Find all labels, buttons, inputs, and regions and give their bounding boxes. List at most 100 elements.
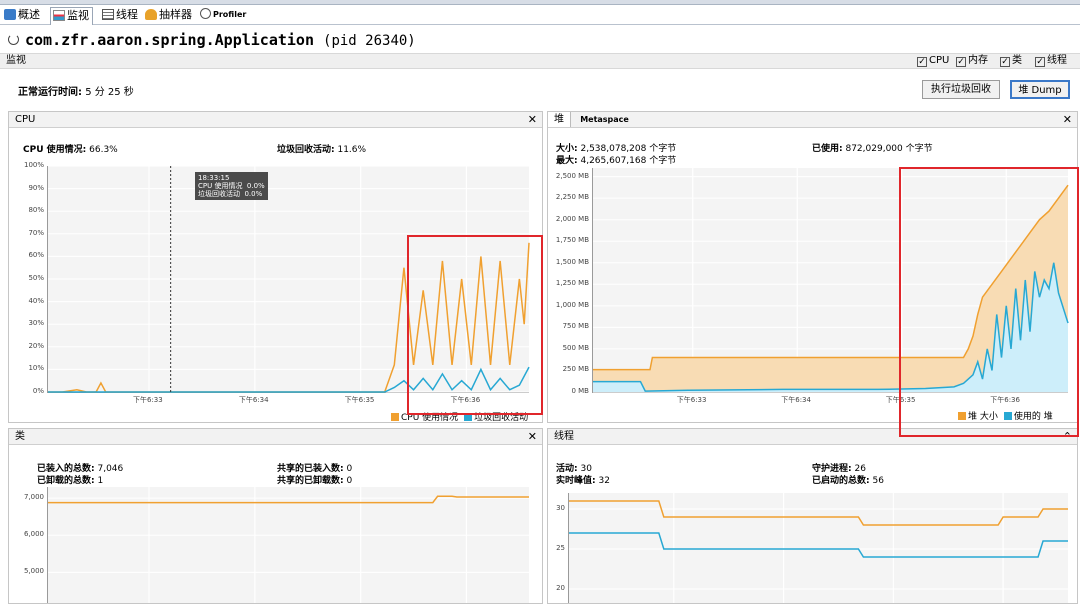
tab-sampler[interactable]: 抽样器: [143, 7, 195, 25]
uptime: 正常运行时间: 5 分 25 秒: [18, 83, 134, 98]
series-line-活动: [569, 532, 1068, 558]
cpu-chart-tooltip: 18:33:15 CPU 使用情况 0.0% 垃圾回收活动 0.0%: [195, 172, 268, 200]
classes-panel-header: 类 ✕: [9, 429, 542, 445]
y-tick-label: 30%: [28, 319, 44, 328]
tab-threads[interactable]: 线程: [100, 7, 141, 25]
y-tick-label: 100%: [23, 161, 44, 169]
y-tick-label: 7,000: [23, 493, 44, 502]
threads-started-label: 已启动的总数:: [812, 476, 870, 486]
y-tick-label: 80%: [28, 206, 44, 215]
heap-max-label: 最大:: [556, 156, 578, 166]
y-tick-label: 25: [556, 544, 565, 552]
y-tick-label: 70%: [28, 228, 44, 237]
y-tick-label: 20%: [28, 341, 44, 350]
y-tick-label: 30: [556, 504, 565, 512]
y-tick-label: 0 MB: [571, 387, 589, 395]
tab-profiler-label: Profiler: [213, 10, 247, 19]
checkbox-classes[interactable]: ✓ 类: [1000, 54, 1022, 68]
check-icon: ✓: [1035, 57, 1045, 67]
threads-peak-label: 实时峰值:: [556, 476, 596, 486]
shared-unloaded-stat: 共享的已卸载数: 0: [277, 473, 352, 486]
overview-icon: [4, 9, 16, 20]
classes-unloaded-label: 已卸载的总数:: [37, 476, 95, 486]
checkbox-cpu[interactable]: ✓ CPU: [917, 54, 949, 68]
shared-unloaded-value: 0: [346, 476, 353, 486]
y-tick-label: 50%: [28, 274, 44, 282]
tab-heap[interactable]: 堆: [548, 112, 571, 127]
gc-activity-stat: 垃圾回收活动: 11.6%: [277, 142, 366, 155]
heap-used-value: 872,029,000 个字节: [845, 144, 933, 154]
y-tick-label: 1,750 MB: [555, 236, 589, 245]
y-tick-label: 1,000 MB: [555, 300, 589, 309]
y-tick-label: 60%: [28, 251, 44, 260]
x-tick-label: 下午6:34: [238, 396, 269, 404]
cpu-panel-title: CPU: [15, 114, 36, 125]
y-tick-label: 2,250 MB: [555, 193, 589, 202]
y-tick-label: 90%: [28, 183, 44, 192]
threads-panel: 线程 ⌃ 活动: 30 实时峰值: 32 守护进程: 26 已启动的总数: 56 …: [547, 428, 1078, 604]
tab-sampler-label: 抽样器: [159, 8, 192, 21]
classes-panel: 类 ✕ 已装入的总数: 7,046 已卸载的总数: 1 共享的已装入数: 0 共享…: [8, 428, 543, 604]
y-tick-label: 5,000: [23, 567, 44, 576]
x-tick-label: 下午6:33: [676, 396, 707, 404]
y-tick-label: 6,000: [23, 530, 44, 539]
heap-max-value: 4,265,607,168 个字节: [580, 156, 677, 166]
classes-panel-title: 类: [15, 431, 25, 442]
check-icon: ✓: [917, 57, 927, 67]
close-icon[interactable]: ✕: [528, 429, 537, 444]
checkbox-cpu-label: CPU: [929, 55, 950, 66]
gc-activity-value: 11.6%: [337, 145, 367, 155]
tab-threads-label: 线程: [116, 8, 138, 21]
y-tick-label: 10%: [28, 364, 44, 373]
perform-gc-button[interactable]: 执行垃圾回收: [922, 80, 1000, 99]
y-tick-label: 40%: [28, 296, 44, 305]
close-icon[interactable]: ✕: [1063, 112, 1072, 127]
checkbox-threads-label: 线程: [1047, 55, 1067, 66]
cpu-usage-stat: CPU 使用情况: 66.3%: [23, 142, 118, 155]
tab-overview[interactable]: 概述: [2, 7, 43, 25]
series-line-实时峰值: [569, 500, 1068, 526]
threads-chart-plot: 30 25 20: [556, 493, 1068, 603]
heap-panel-header: 堆 Metaspace ✕: [548, 112, 1077, 128]
tab-profiler[interactable]: Profiler: [198, 7, 249, 25]
checkbox-threads[interactable]: ✓ 线程: [1035, 54, 1067, 68]
refresh-icon[interactable]: [8, 34, 19, 45]
heap-used-stat: 已使用: 872,029,000 个字节: [812, 141, 933, 154]
series-line-已装入的总数: [48, 495, 529, 504]
y-tick-label: 20: [556, 584, 565, 592]
checkbox-memory[interactable]: ✓ 内存: [956, 54, 988, 68]
gc-activity-label: 垃圾回收活动:: [277, 145, 335, 155]
sampler-icon: [145, 9, 157, 20]
y-tick-label: 250 MB: [562, 365, 589, 374]
y-tick-label: 0%: [32, 387, 44, 395]
heap-dump-button[interactable]: 堆 Dump: [1010, 80, 1070, 99]
y-tick-label: 2,500 MB: [555, 171, 589, 180]
legend-swatch-orange: [391, 413, 399, 421]
monitor-section-label: 监视: [6, 55, 26, 66]
threads-icon: [102, 9, 114, 20]
y-tick-label: 2,000 MB: [555, 214, 589, 223]
heap-max-stat: 最大: 4,265,607,168 个字节: [556, 153, 676, 166]
heap-used-label: 已使用:: [812, 144, 843, 154]
checkbox-memory-label: 内存: [968, 55, 988, 66]
x-tick-label: 下午6:33: [133, 396, 163, 404]
threads-started-stat: 已启动的总数: 56: [812, 473, 884, 486]
tab-metaspace[interactable]: Metaspace: [574, 112, 635, 127]
check-icon: ✓: [956, 57, 966, 67]
checkbox-classes-label: 类: [1012, 55, 1022, 66]
threadPlot-svg: [569, 493, 1068, 603]
check-icon: ✓: [1000, 57, 1010, 67]
x-tick-label: 下午6:35: [344, 396, 375, 404]
y-tick-label: 500 MB: [562, 343, 589, 352]
y-tick-label: 1,250 MB: [555, 279, 589, 288]
classes-unloaded-value: 1: [97, 476, 104, 486]
y-tick-label: 750 MB: [562, 322, 589, 331]
tab-monitor-label: 监视: [67, 9, 89, 22]
tab-monitor[interactable]: 监视: [50, 7, 93, 25]
threads-peak-value: 32: [598, 476, 610, 486]
app-name: com.zfr.aaron.spring.Application: [25, 31, 314, 49]
close-icon[interactable]: ✕: [528, 112, 537, 127]
monitor-chart-icon: [53, 10, 65, 21]
cpu-usage-label: CPU 使用情况:: [23, 145, 87, 155]
x-tick-label: 下午6:34: [781, 396, 811, 404]
